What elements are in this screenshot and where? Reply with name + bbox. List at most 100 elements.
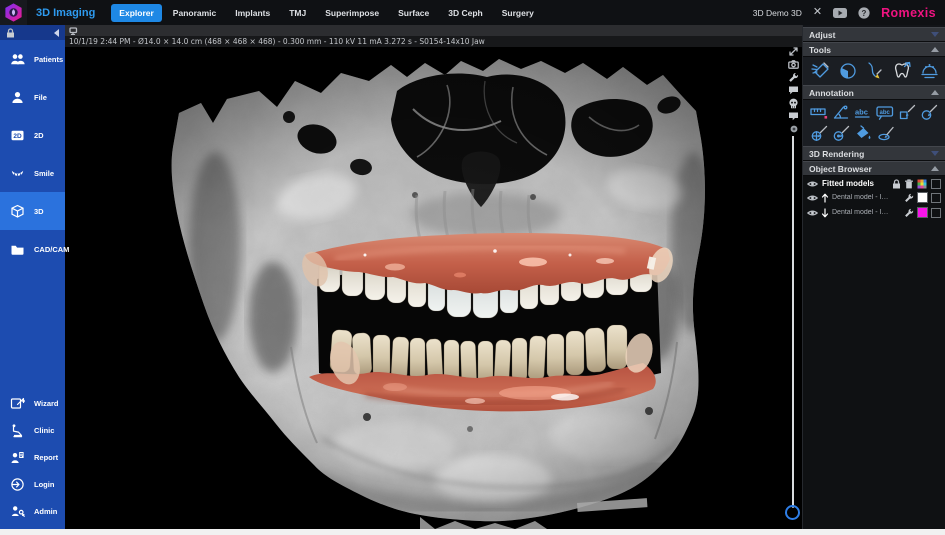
section-3d-rendering[interactable]: 3D Rendering: [803, 146, 945, 161]
rectangle-draw-icon[interactable]: [898, 103, 916, 121]
sidebar-item-3d[interactable]: 3D: [0, 192, 65, 230]
knob-icon: [790, 125, 797, 133]
sidebar-item-patients[interactable]: Patients: [0, 40, 65, 78]
tab-superimpose[interactable]: Superimpose: [317, 4, 387, 22]
help-icon[interactable]: ?: [858, 6, 870, 19]
tools-icon-row: [803, 57, 945, 85]
nerve-tracing-tool-icon[interactable]: [864, 60, 886, 82]
implant-planning-tool-icon[interactable]: [918, 60, 940, 82]
sidebar-item-label: Clinic: [34, 426, 55, 435]
sidebar-item-report[interactable]: Report: [0, 444, 65, 471]
arrow-up-icon: [821, 193, 829, 203]
zoom-slider-handle[interactable]: [785, 505, 800, 520]
patients-icon: [11, 53, 25, 64]
brush-icon[interactable]: [876, 124, 894, 142]
sidebar-item-label: Admin: [34, 507, 58, 516]
tab-3d-ceph[interactable]: 3D Ceph: [440, 4, 490, 22]
trash-icon[interactable]: [905, 178, 913, 189]
section-annotation[interactable]: Annotation: [803, 85, 945, 100]
tooth-segmentation-tool-icon[interactable]: [891, 60, 913, 82]
object-row-upper-model[interactable]: Dental model - Imported ...: [803, 190, 945, 205]
close-icon[interactable]: ✕: [813, 7, 822, 18]
model-select-checkbox[interactable]: [931, 192, 941, 203]
sidebar-item-clinic[interactable]: Clinic: [0, 417, 65, 444]
wrench-icon[interactable]: [904, 208, 914, 218]
video-tutorial-icon[interactable]: [833, 7, 848, 18]
airbrush-tool-icon[interactable]: [810, 60, 832, 82]
object-row-lower-model[interactable]: Dental model - Imported ...: [803, 205, 945, 220]
tab-surgery[interactable]: Surgery: [494, 4, 542, 22]
section-tools[interactable]: Tools: [803, 42, 945, 57]
object-browser-tree: Fitted models Dental model - Impo Dental…: [803, 176, 945, 529]
svg-text:2D: 2D: [13, 133, 22, 140]
wrench-icon[interactable]: [904, 193, 914, 203]
lock-icon[interactable]: [6, 27, 15, 38]
annotation-icon-grid: abc abc: [803, 100, 945, 146]
arrow-down-icon: [821, 207, 829, 217]
sidebar-collapse-icon[interactable]: [54, 28, 59, 37]
skull-icon: [789, 98, 798, 108]
sidebar-item-admin[interactable]: Admin: [0, 498, 65, 525]
chevron-down-icon: [931, 32, 939, 37]
comment-button[interactable]: [787, 84, 800, 96]
model-color-swatch[interactable]: [917, 192, 928, 203]
chevron-up-icon: [931, 166, 939, 171]
sculpt-sphere-tool-icon[interactable]: [837, 60, 859, 82]
point-draw-icon[interactable]: [832, 124, 850, 142]
text-annotation-icon[interactable]: abc: [854, 103, 872, 121]
app-logo[interactable]: [0, 0, 27, 25]
sidebar-item-login[interactable]: Login: [0, 471, 65, 498]
label-annotation-icon[interactable]: abc: [876, 103, 894, 121]
sidebar-item-smile[interactable]: Smile: [0, 154, 65, 192]
object-label: Dental model - Imported ...: [832, 194, 894, 201]
tab-implants[interactable]: Implants: [227, 4, 278, 22]
sidebar-item-cadcam[interactable]: CAD/CAM: [0, 230, 69, 268]
model-color-swatch[interactable]: [917, 207, 928, 218]
top-bar-right: 3D Demo 3D ✕ ? Romexis: [753, 6, 945, 20]
section-adjust[interactable]: Adjust: [803, 27, 945, 42]
palette-icon[interactable]: [917, 179, 927, 189]
ruler-icon[interactable]: [810, 103, 828, 121]
tab-explorer[interactable]: Explorer: [111, 3, 162, 22]
pin-icon[interactable]: [69, 26, 79, 35]
object-group-row[interactable]: Fitted models: [803, 177, 945, 190]
fullscreen-button[interactable]: [787, 45, 800, 57]
wizard-icon: [10, 397, 25, 409]
eye-icon[interactable]: [807, 194, 818, 202]
angle-icon[interactable]: [832, 103, 850, 121]
fill-icon[interactable]: [854, 124, 872, 142]
chevron-down-icon: [931, 151, 939, 156]
tab-tmj[interactable]: TMJ: [281, 4, 314, 22]
crosshair-draw-icon[interactable]: [810, 124, 828, 142]
object-group-label: Fitted models: [822, 179, 875, 188]
zoom-slider-track[interactable]: [792, 136, 794, 508]
admin-key-icon: [11, 506, 25, 517]
tab-surface[interactable]: Surface: [390, 4, 437, 22]
tab-panoramic[interactable]: Panoramic: [165, 4, 224, 22]
eye-icon[interactable]: [807, 209, 818, 217]
login-icon: [11, 478, 24, 491]
sidebar-item-wizard[interactable]: Wizard: [0, 390, 65, 417]
lock-icon[interactable]: [892, 178, 901, 189]
section-object-browser[interactable]: Object Browser: [803, 161, 945, 176]
fullscreen-icon: [789, 46, 798, 56]
camera-icon: [788, 59, 799, 69]
snapshot-button[interactable]: [787, 58, 800, 70]
sidebar-bottom-group: Wizard Clinic Report Login Admin: [0, 390, 65, 525]
group-visibility-checkbox[interactable]: [931, 178, 941, 189]
skull-view-button[interactable]: [787, 97, 800, 109]
sidebar-item-2d[interactable]: 2D 2D: [0, 116, 65, 154]
circle-draw-icon[interactable]: [920, 103, 938, 121]
model-select-checkbox[interactable]: [931, 207, 941, 218]
wrench-icon: [789, 72, 799, 82]
sidebar-item-file[interactable]: File: [0, 78, 65, 116]
view-tools-button[interactable]: [787, 71, 800, 83]
volume-render-area[interactable]: [65, 47, 803, 529]
annotation-bubble-button[interactable]: [787, 110, 800, 122]
planmeca-logo-icon: [5, 3, 22, 22]
3d-viewport: 10/1/19 2:44 PM - Ø14.0 × 14.0 cm (468 ×…: [65, 25, 803, 529]
clinic-chair-icon: [12, 424, 23, 438]
slider-top-knob[interactable]: [787, 123, 800, 135]
window-bottom-edge: [0, 529, 945, 535]
eye-icon[interactable]: [807, 180, 818, 188]
